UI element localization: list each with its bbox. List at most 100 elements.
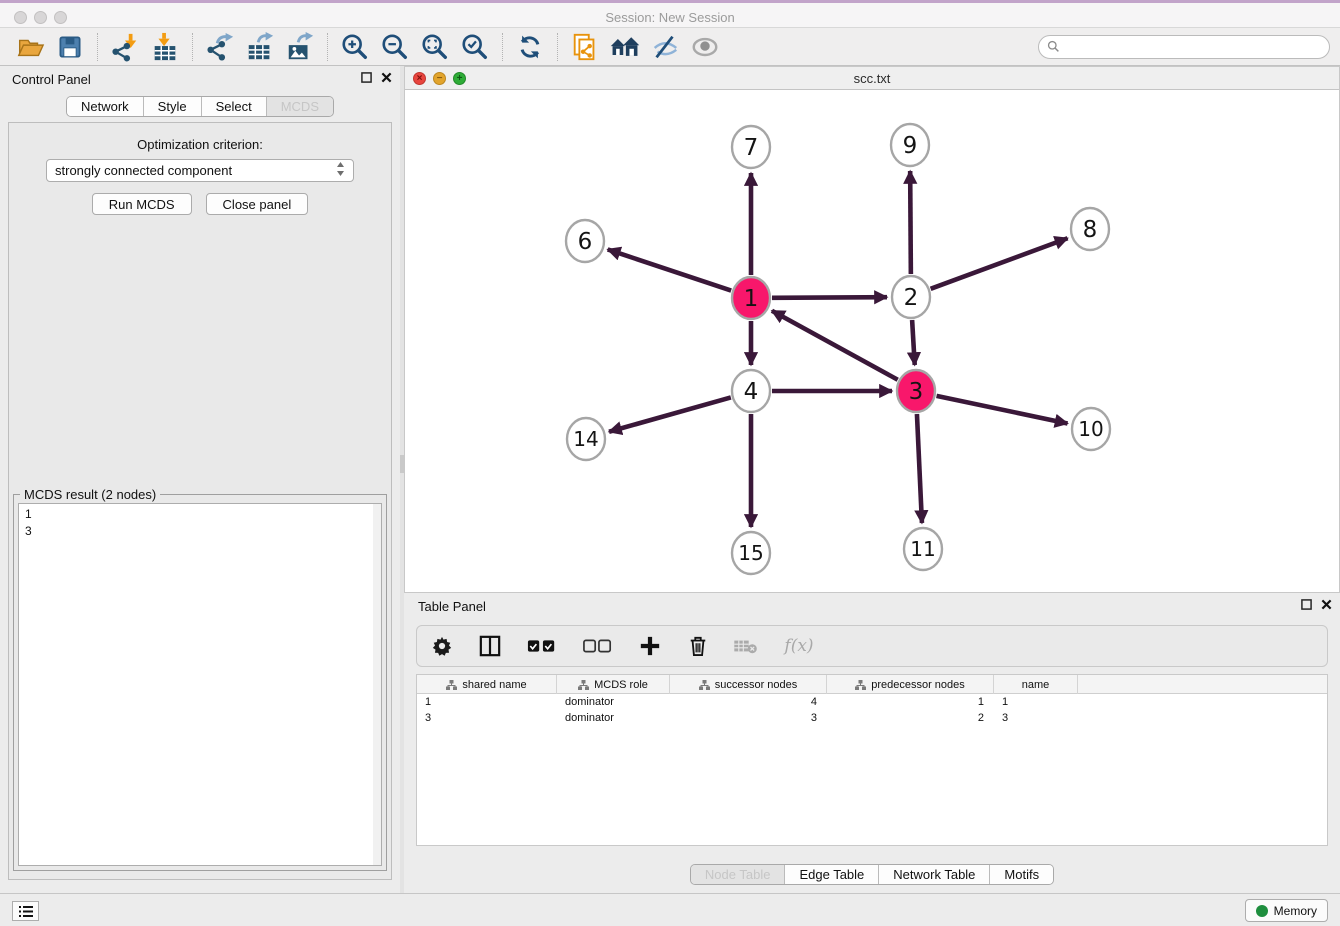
svg-text:4: 4	[744, 379, 759, 405]
deselect-all-checkboxes-icon[interactable]	[581, 633, 615, 659]
zoom-out-icon[interactable]	[375, 30, 415, 64]
mcds-result-group: MCDS result (2 nodes) 1 3	[13, 494, 387, 871]
run-mcds-button[interactable]: Run MCDS	[92, 193, 192, 215]
svg-text:9: 9	[903, 133, 918, 159]
graph-node-6[interactable]: 6	[566, 220, 604, 262]
column-header-predecessor-nodes[interactable]: predecessor nodes	[827, 675, 994, 694]
node-table[interactable]: shared nameMCDS rolesuccessor nodesprede…	[416, 674, 1328, 846]
network-window-titlebar[interactable]: × − + scc.txt	[405, 67, 1339, 90]
svg-text:2: 2	[904, 285, 919, 311]
svg-text:8: 8	[1083, 217, 1098, 243]
scrollbar-track[interactable]	[373, 504, 381, 865]
edge-3-10[interactable]	[937, 396, 1068, 424]
refresh-view-icon[interactable]	[510, 30, 550, 64]
toolbar-separator	[97, 33, 98, 61]
svg-text:11: 11	[910, 537, 935, 561]
graph-node-14[interactable]: 14	[567, 418, 605, 460]
edge-3-11[interactable]	[917, 414, 922, 523]
float-table-panel-icon[interactable]	[1301, 599, 1312, 610]
graph-node-1[interactable]: 1	[732, 277, 770, 319]
tab-network[interactable]: Network	[67, 97, 144, 116]
table-row[interactable]: 1dominator411	[417, 694, 1327, 710]
clone-network-icon[interactable]	[565, 30, 605, 64]
cell-successor-nodes[interactable]: 3	[670, 710, 827, 726]
delete-columns-trash-icon[interactable]	[685, 633, 711, 659]
close-panel-icon[interactable]	[381, 72, 392, 83]
graph-node-15[interactable]: 15	[732, 532, 770, 574]
edge-4-14[interactable]	[609, 397, 731, 431]
import-table-icon[interactable]	[145, 30, 185, 64]
graph-node-9[interactable]: 9	[891, 124, 929, 166]
column-header-successor-nodes[interactable]: successor nodes	[670, 675, 827, 694]
close-panel-button[interactable]: Close panel	[206, 193, 309, 215]
graph-node-8[interactable]: 8	[1071, 208, 1109, 250]
edge-2-3[interactable]	[912, 320, 915, 365]
split-panel-icon[interactable]	[477, 633, 503, 659]
save-session-icon[interactable]	[50, 30, 90, 64]
zoom-selected-icon[interactable]	[455, 30, 495, 64]
hide-selected-icon[interactable]	[645, 30, 685, 64]
edge-1-6[interactable]	[608, 249, 731, 290]
show-all-icon[interactable]	[685, 30, 725, 64]
cell-MCDS-role[interactable]: dominator	[557, 694, 670, 710]
export-table-icon[interactable]	[240, 30, 280, 64]
memory-status-icon	[1256, 905, 1268, 917]
tab-edge-table[interactable]: Edge Table	[785, 865, 879, 884]
zoom-fit-icon[interactable]	[415, 30, 455, 64]
table-toolbar: f(x)	[416, 625, 1328, 667]
cell-name[interactable]: 3	[994, 710, 1078, 726]
tab-motifs[interactable]: Motifs	[990, 865, 1053, 884]
add-column-icon[interactable]	[637, 633, 663, 659]
edge-2-9[interactable]	[910, 171, 911, 274]
cell-successor-nodes[interactable]: 4	[670, 694, 827, 710]
edge-1-2[interactable]	[772, 297, 887, 298]
cell-name[interactable]: 1	[994, 694, 1078, 710]
select-all-checkboxes-icon[interactable]	[525, 633, 559, 659]
tab-mcds[interactable]: MCDS	[267, 97, 333, 116]
tab-select[interactable]: Select	[202, 97, 267, 116]
column-type-icon	[446, 680, 457, 690]
memory-label: Memory	[1274, 904, 1317, 918]
export-image-icon[interactable]	[280, 30, 320, 64]
svg-text:10: 10	[1078, 417, 1103, 441]
table-row[interactable]: 3dominator323	[417, 710, 1327, 726]
toolbar-separator	[502, 33, 503, 61]
tab-style[interactable]: Style	[144, 97, 202, 116]
close-table-panel-icon[interactable]	[1321, 599, 1332, 610]
cell-MCDS-role[interactable]: dominator	[557, 710, 670, 726]
network-canvas[interactable]: 7 9 6 8 1 2 4 3 14 10 15 11	[405, 90, 1339, 592]
cell-shared-name[interactable]: 3	[417, 710, 557, 726]
edge-2-8[interactable]	[931, 238, 1068, 289]
table-panel-tabs: Node TableEdge TableNetwork TableMotifs	[690, 864, 1054, 885]
graph-node-7[interactable]: 7	[732, 126, 770, 168]
search-field[interactable]	[1038, 35, 1330, 59]
open-session-icon[interactable]	[10, 30, 50, 64]
cell-predecessor-nodes[interactable]: 2	[827, 710, 994, 726]
graph-node-10[interactable]: 10	[1072, 408, 1110, 450]
graph-node-4[interactable]: 4	[732, 370, 770, 412]
column-settings-gear-icon[interactable]	[429, 633, 455, 659]
graph-node-3[interactable]: 3	[897, 370, 935, 412]
graph-node-2[interactable]: 2	[892, 276, 930, 318]
edge-3-1[interactable]	[772, 311, 898, 380]
column-header-name[interactable]: name	[994, 675, 1078, 694]
mcds-result-text[interactable]: 1 3	[18, 503, 382, 866]
tab-network-table[interactable]: Network Table	[879, 865, 990, 884]
zoom-in-icon[interactable]	[335, 30, 375, 64]
column-header-MCDS-role[interactable]: MCDS role	[557, 675, 670, 694]
float-panel-icon[interactable]	[361, 72, 372, 83]
task-history-button[interactable]	[12, 901, 39, 921]
column-header-shared-name[interactable]: shared name	[417, 675, 557, 694]
criterion-dropdown[interactable]: strongly connected component	[46, 159, 354, 182]
table-panel-title: Table Panel	[418, 599, 486, 614]
graph-node-11[interactable]: 11	[904, 528, 942, 570]
cell-shared-name[interactable]: 1	[417, 694, 557, 710]
mcds-panel: Optimization criterion: strongly connect…	[8, 122, 392, 880]
import-network-icon[interactable]	[105, 30, 145, 64]
tab-node-table[interactable]: Node Table	[691, 865, 786, 884]
home-layout-icon[interactable]	[605, 30, 645, 64]
search-input[interactable]	[1065, 40, 1321, 54]
memory-button[interactable]: Memory	[1245, 899, 1328, 922]
cell-predecessor-nodes[interactable]: 1	[827, 694, 994, 710]
export-network-icon[interactable]	[200, 30, 240, 64]
